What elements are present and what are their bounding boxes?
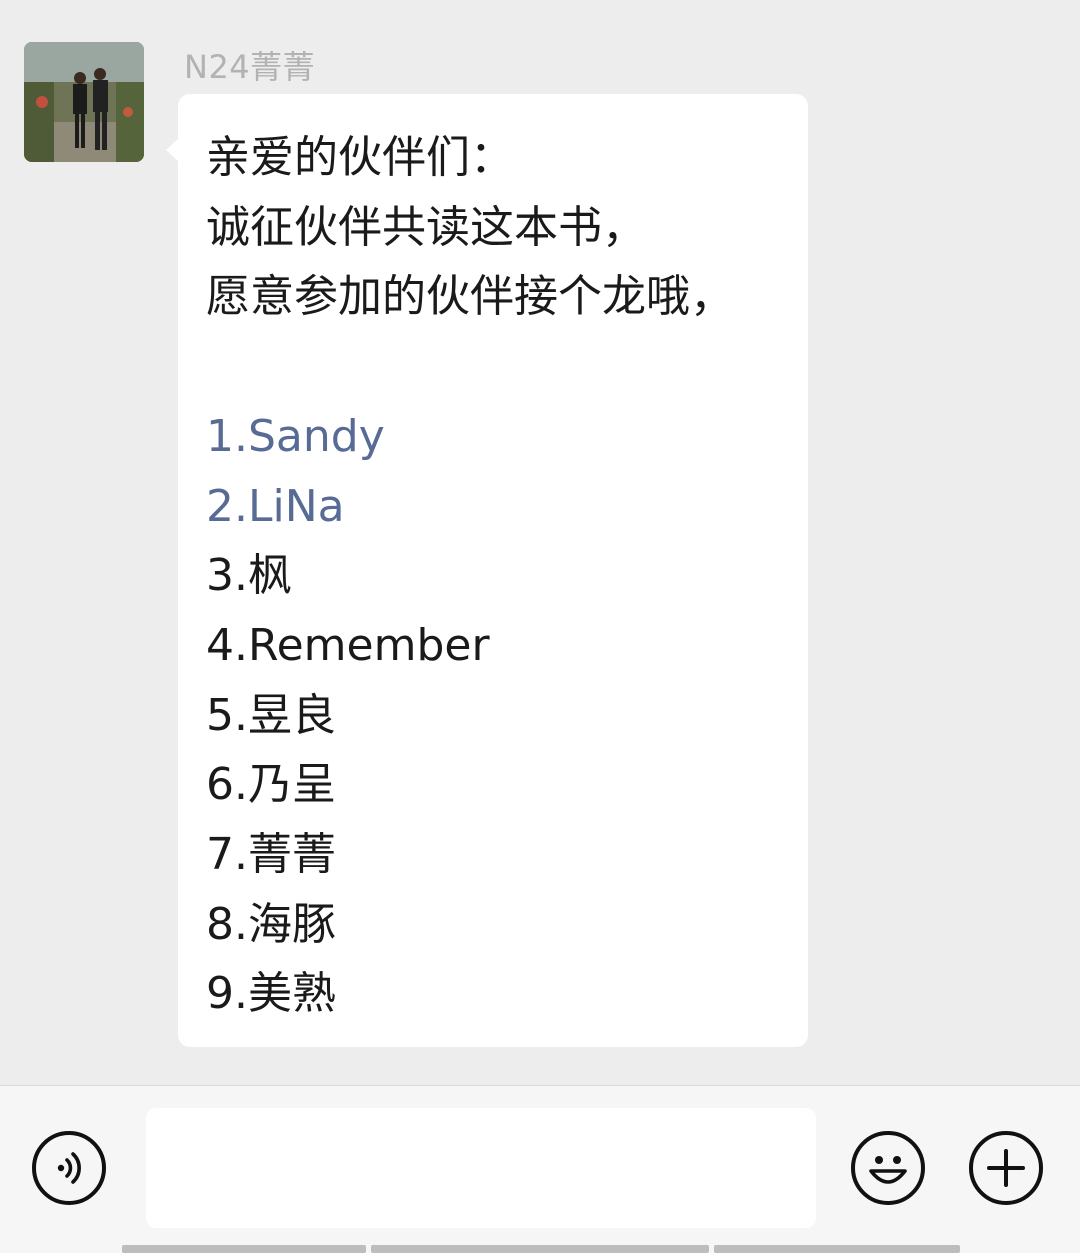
plus-button[interactable] [969,1131,1043,1205]
message-line: 4.Remember [206,620,490,671]
plus-icon [987,1149,1025,1187]
message-line: 6.乃呈 [206,759,336,810]
message-line: 7.菁菁 [206,829,336,880]
bubble-tail [166,138,179,162]
message-line-link[interactable]: 2.LiNa [206,477,345,537]
message-bubble[interactable]: 亲爱的伙伴们： 诚征伙伴共读这本书， 愿意参加的伙伴接个龙哦， 1.Sandy 2.Li… [166,94,808,1047]
message-line: 9.美熟 [206,968,336,1019]
message-line-link[interactable]: 1.Sandy [206,407,385,467]
chat-area: N24菁菁 亲爱的伙伴们： 诚征伙伴共读这本书， 愿意参加的伙伴接个龙哦， 1.San… [0,0,1080,1085]
voice-button[interactable] [32,1131,106,1205]
message-line: 愿意参加的伙伴接个龙哦， [206,271,734,322]
input-bar [0,1085,1080,1253]
sender-name: N24菁菁 [184,48,316,86]
emoji-icon [869,1156,907,1184]
message-line: 3.枫 [206,550,292,601]
message-line: 亲爱的伙伴们： [206,132,514,183]
message-line: 8.海豚 [206,899,336,950]
message-line: 5.昱良 [206,690,336,741]
message-input[interactable] [146,1108,816,1228]
emoji-button[interactable] [851,1131,925,1205]
sender-avatar[interactable] [24,42,144,162]
avatar-photo [24,42,144,162]
message-line: 诚征伙伴共读这本书， [206,202,646,253]
voice-icon [57,1152,81,1184]
